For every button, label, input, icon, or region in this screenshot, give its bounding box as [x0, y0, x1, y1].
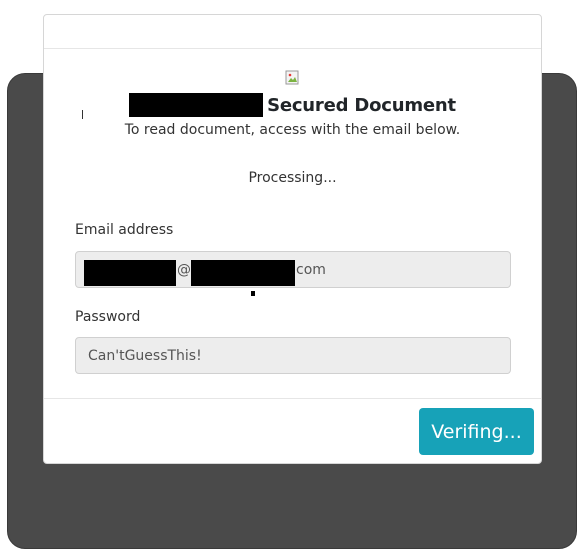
redaction-block [191, 259, 295, 286]
redaction-mark [251, 291, 255, 296]
dialog-header [44, 15, 541, 49]
password-label: Password [75, 309, 141, 325]
redaction-block [84, 259, 176, 286]
broken-image-icon [285, 70, 299, 85]
dialog-title-row: Secured Document [44, 92, 541, 118]
dialog-footer-divider [44, 398, 541, 399]
redaction-block [129, 93, 264, 117]
dialog-title: Secured Document [267, 94, 456, 116]
email-field[interactable]: @ com [75, 251, 511, 288]
status-text: Processing... [248, 170, 337, 186]
email-tld: com [296, 261, 326, 278]
dialog-subtitle: To read document, access with the email … [124, 122, 461, 138]
email-label: Email address [75, 222, 174, 238]
email-at-sign: @ [177, 261, 191, 278]
verify-button[interactable]: Verifing... [419, 408, 534, 455]
secured-document-dialog: Secured Document To read document, acces… [43, 14, 542, 464]
password-field[interactable]: Can'tGuessThis! [75, 337, 511, 374]
